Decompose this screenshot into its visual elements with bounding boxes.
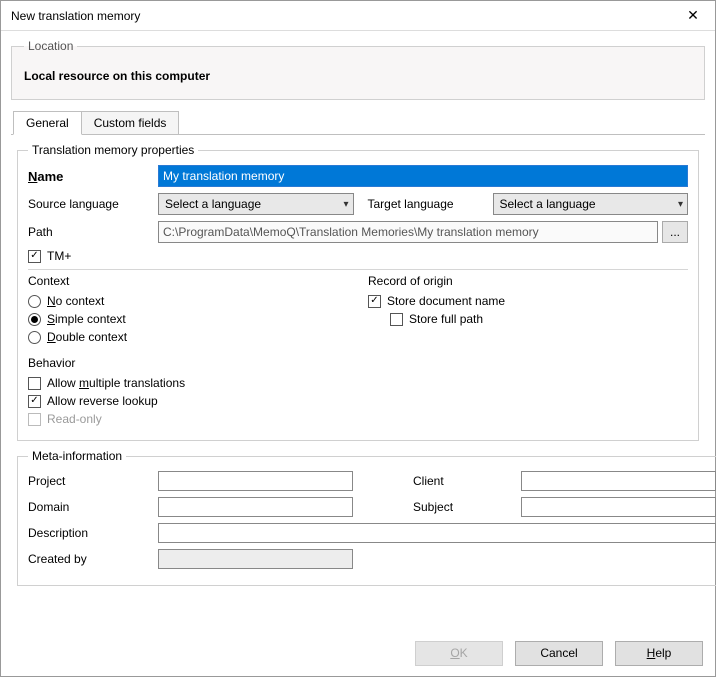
project-label: Project [28,474,158,488]
client-label: Client [413,474,521,488]
context-legend: Context [28,274,348,288]
titlebar: New translation memory ✕ [1,1,715,31]
tm-properties-legend: Translation memory properties [28,143,198,157]
tmplus-label: TM+ [47,249,71,263]
tab-custom-fields[interactable]: Custom fields [81,111,180,135]
description-label: Description [28,526,158,540]
store-full-path-checkbox[interactable] [390,313,403,326]
double-context-label: Double context [47,330,127,344]
record-of-origin-section: Record of origin ✓ Store document name S… [368,274,688,348]
close-icon: ✕ [687,7,699,24]
behavior-section: Behavior Allow multiple translations ✓ A… [28,356,688,426]
chevron-down-icon: ▾ [678,199,683,210]
radio-simple-context[interactable] [28,313,41,326]
dialog-window: New translation memory ✕ Location Local … [0,0,716,677]
tmplus-checkbox[interactable]: ✓ [28,250,41,263]
radio-no-context[interactable] [28,295,41,308]
store-doc-name-label: Store document name [387,294,505,308]
simple-context-label: Simple context [47,312,126,326]
location-legend: Location [24,39,77,53]
target-language-select[interactable]: Select a language ▾ [493,193,689,215]
record-legend: Record of origin [368,274,688,288]
meta-info-group: Meta-information Project Client Domain S… [17,449,716,586]
store-doc-name-checkbox[interactable]: ✓ [368,295,381,308]
path-label: Path [28,225,158,239]
domain-field[interactable] [158,497,353,517]
description-field[interactable] [158,523,716,543]
source-language-select[interactable]: Select a language ▾ [158,193,354,215]
location-group: Location Local resource on this computer [11,39,705,100]
client-field[interactable] [521,471,716,491]
behavior-legend: Behavior [28,356,688,370]
source-language-label: Source language [28,197,158,211]
dialog-content: Location Local resource on this computer… [1,31,715,596]
close-button[interactable]: ✕ [673,2,713,30]
domain-label: Domain [28,500,158,514]
chevron-down-icon: ▾ [343,199,348,210]
tab-page-general: Translation memory properties Name My tr… [11,135,705,596]
dialog-footer: OK Cancel Help [1,630,715,676]
tab-general[interactable]: General [13,111,82,135]
store-full-path-label: Store full path [409,312,483,326]
name-label: Name [28,169,158,184]
allow-multiple-checkbox[interactable] [28,377,41,390]
project-field[interactable] [158,471,353,491]
browse-button[interactable]: ... [662,221,688,243]
no-context-label: No context [47,294,104,308]
allow-multiple-label: Allow multiple translations [47,376,185,390]
ok-button[interactable]: OK [415,641,503,666]
help-button[interactable]: Help [615,641,703,666]
meta-legend: Meta-information [28,449,126,463]
target-language-label: Target language [368,197,493,211]
location-value: Local resource on this computer [24,69,692,83]
allow-reverse-label: Allow reverse lookup [47,394,158,408]
allow-reverse-checkbox[interactable]: ✓ [28,395,41,408]
created-by-field [158,549,353,569]
radio-double-context[interactable] [28,331,41,344]
readonly-label: Read-only [47,412,102,426]
name-field[interactable]: My translation memory [158,165,688,187]
tm-properties-group: Translation memory properties Name My tr… [17,143,699,441]
path-field: C:\ProgramData\MemoQ\Translation Memorie… [158,221,658,243]
separator [28,269,688,270]
window-title: New translation memory [11,9,140,23]
context-section: Context No context Simple context Double… [28,274,348,348]
subject-field[interactable] [521,497,716,517]
subject-label: Subject [413,500,521,514]
cancel-button[interactable]: Cancel [515,641,603,666]
readonly-checkbox [28,413,41,426]
tabs: General Custom fields [11,110,705,135]
created-by-label: Created by [28,552,158,566]
